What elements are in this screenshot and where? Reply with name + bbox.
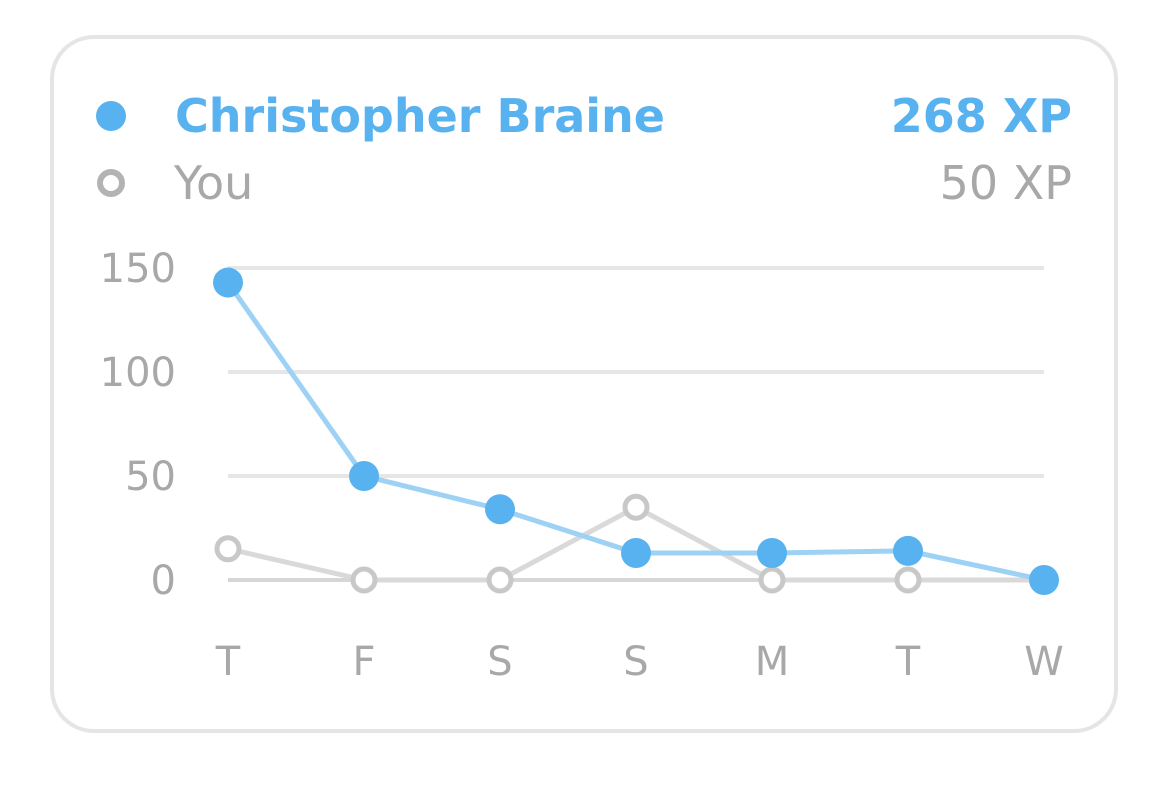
y-tick-label-100: 100 <box>100 350 176 396</box>
y-tick-label-0: 0 <box>151 558 176 604</box>
x-tick-label-3: S <box>623 639 648 685</box>
opponent-point-6 <box>1029 565 1059 595</box>
you-point-3 <box>622 493 650 521</box>
x-tick-label-1: F <box>352 639 375 685</box>
you-point-2 <box>486 566 514 594</box>
xp-line-chart: 0 50 100 150 T F S S M T W <box>100 246 1064 685</box>
you-point-5 <box>894 566 922 594</box>
opponent-point-4 <box>757 537 787 568</box>
you-point-4 <box>758 566 786 594</box>
x-tick-label-4: M <box>755 639 790 685</box>
x-tick-label-6: W <box>1024 639 1064 685</box>
x-tick-label-2: S <box>487 639 512 685</box>
opponent-point-5 <box>893 535 923 566</box>
opponent-point-3 <box>621 537 651 568</box>
opponent-point-1 <box>349 461 379 491</box>
opponent-point-0 <box>213 267 243 298</box>
x-tick-label-0: T <box>215 639 241 685</box>
opponent-point-2 <box>485 494 515 525</box>
you-point-0 <box>214 535 242 563</box>
y-tick-label-150: 150 <box>100 246 176 292</box>
x-tick-label-5: T <box>895 639 921 685</box>
series-line-opponent <box>225 280 1047 583</box>
you-point-1 <box>350 566 378 594</box>
y-tick-label-50: 50 <box>125 454 176 500</box>
